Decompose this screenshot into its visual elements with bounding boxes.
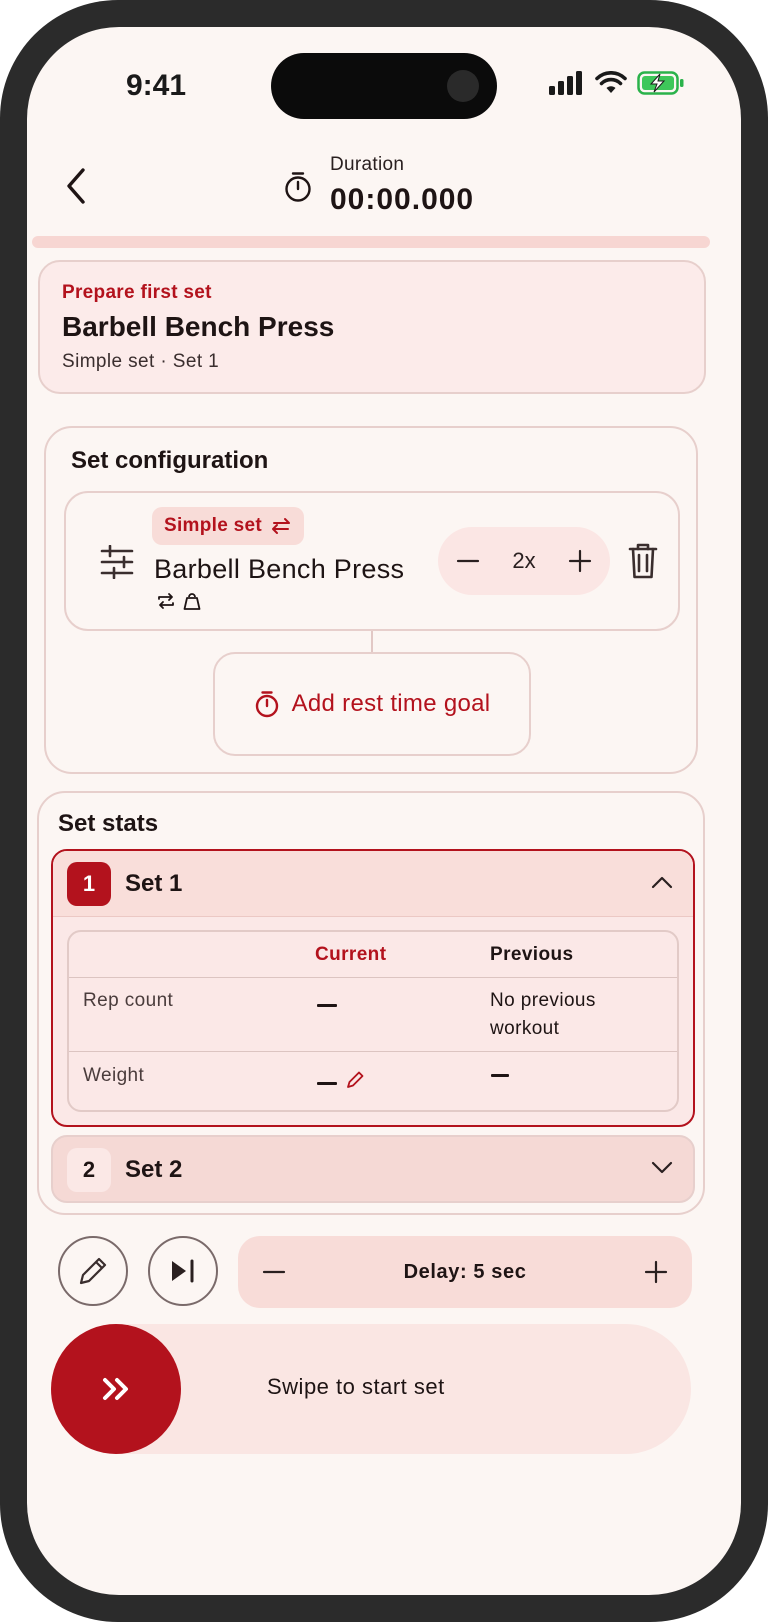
tune-settings-icon[interactable] [100, 545, 134, 579]
swipe-to-start-track[interactable]: Swipe to start set [51, 1324, 691, 1454]
duration-label: Duration [330, 154, 405, 175]
chevron-down-icon[interactable] [651, 1161, 673, 1175]
chevron-up-icon[interactable] [651, 875, 673, 889]
set-configuration-title: Set configuration [71, 447, 269, 474]
set-1-header[interactable]: 1 Set 1 [53, 851, 693, 917]
weight-current-dash[interactable] [317, 1082, 337, 1085]
add-rest-time-button[interactable]: Add rest time goal [213, 652, 531, 756]
prepare-kicker: Prepare first set [62, 282, 212, 303]
set-1-panel: 1 Set 1 Current Previous Rep count No pr… [51, 849, 695, 1127]
set-type-pill[interactable]: Simple set [152, 507, 305, 545]
stopwatch-icon [285, 172, 311, 202]
workout-progress-bar [32, 236, 710, 248]
multiplier-stepper: 2x [438, 527, 610, 595]
row-divider [69, 977, 677, 978]
pencil-edit-icon[interactable] [345, 1070, 365, 1090]
status-icons [549, 71, 685, 95]
set-config-item[interactable]: Simple set Barbell Bench Press 2x [64, 491, 680, 631]
connector-line [371, 631, 373, 653]
minus-icon[interactable] [456, 549, 480, 573]
skip-button[interactable] [148, 1236, 218, 1306]
prepare-subtitle: Simple set · Set 1 [62, 351, 220, 372]
delay-stepper: Delay: 5 sec [238, 1236, 692, 1308]
rep-count-current-dash[interactable] [317, 1004, 337, 1007]
minus-icon[interactable] [262, 1260, 286, 1284]
signal-icon [549, 71, 582, 95]
wifi-icon [595, 71, 627, 93]
rep-count-previous: No previous workout [490, 990, 596, 1039]
exercise-tags [156, 591, 202, 611]
prepare-card: Prepare first set Barbell Bench Press Si… [38, 260, 706, 394]
add-rest-time-label: Add rest time goal [291, 690, 491, 717]
swipe-handle[interactable] [51, 1324, 181, 1454]
row-label-rep-count: Rep count [83, 990, 174, 1011]
set-label: Set 2 [125, 1156, 183, 1183]
double-chevron-right-icon [103, 1378, 128, 1400]
config-exercise-name: Barbell Bench Press [154, 554, 405, 584]
repeat-icon [158, 593, 174, 609]
column-header-current: Current [315, 944, 387, 965]
row-divider [69, 1051, 677, 1052]
set-number-badge: 2 [67, 1148, 111, 1192]
battery-charging-icon [637, 71, 684, 95]
set-type-label: Simple set [164, 515, 263, 536]
set-configuration-card: Set configuration Simple set Barbell Ben… [44, 426, 698, 774]
column-header-previous: Previous [490, 944, 574, 965]
skip-next-icon [172, 1259, 194, 1283]
multiplier-value: 2x [512, 548, 536, 573]
back-chevron-icon[interactable] [57, 164, 97, 208]
set-stats-table: Current Previous Rep count No previous w… [67, 930, 679, 1112]
edit-button[interactable] [58, 1236, 128, 1306]
delay-value: Delay: 5 sec [403, 1260, 527, 1283]
plus-icon[interactable] [568, 549, 592, 573]
swap-arrows-icon [272, 518, 291, 534]
weight-previous-dash [491, 1074, 509, 1077]
status-time: 9:41 [126, 69, 187, 102]
weight-icon [183, 593, 201, 610]
prepare-exercise-title: Barbell Bench Press [62, 311, 335, 342]
swipe-label: Swipe to start set [267, 1374, 445, 1399]
pencil-icon [79, 1257, 107, 1285]
phone-frame: 9:41 Duration 00:00.000 Prepare first se… [0, 0, 768, 1622]
trash-icon[interactable] [628, 543, 658, 579]
row-label-weight: Weight [83, 1065, 145, 1086]
set-stats-card: Set stats 1 Set 1 Current Previous Rep c… [37, 791, 705, 1215]
set-2-panel[interactable]: 2 Set 2 [51, 1135, 695, 1203]
set-label: Set 1 [125, 870, 183, 897]
plus-icon[interactable] [644, 1260, 668, 1284]
dynamic-island [271, 53, 497, 119]
set-number-badge: 1 [67, 862, 111, 906]
app-screen: 9:41 Duration 00:00.000 Prepare first se… [27, 27, 741, 1595]
timer-icon [255, 691, 278, 718]
duration-value: 00:00.000 [330, 183, 475, 216]
set-stats-title: Set stats [58, 810, 159, 837]
